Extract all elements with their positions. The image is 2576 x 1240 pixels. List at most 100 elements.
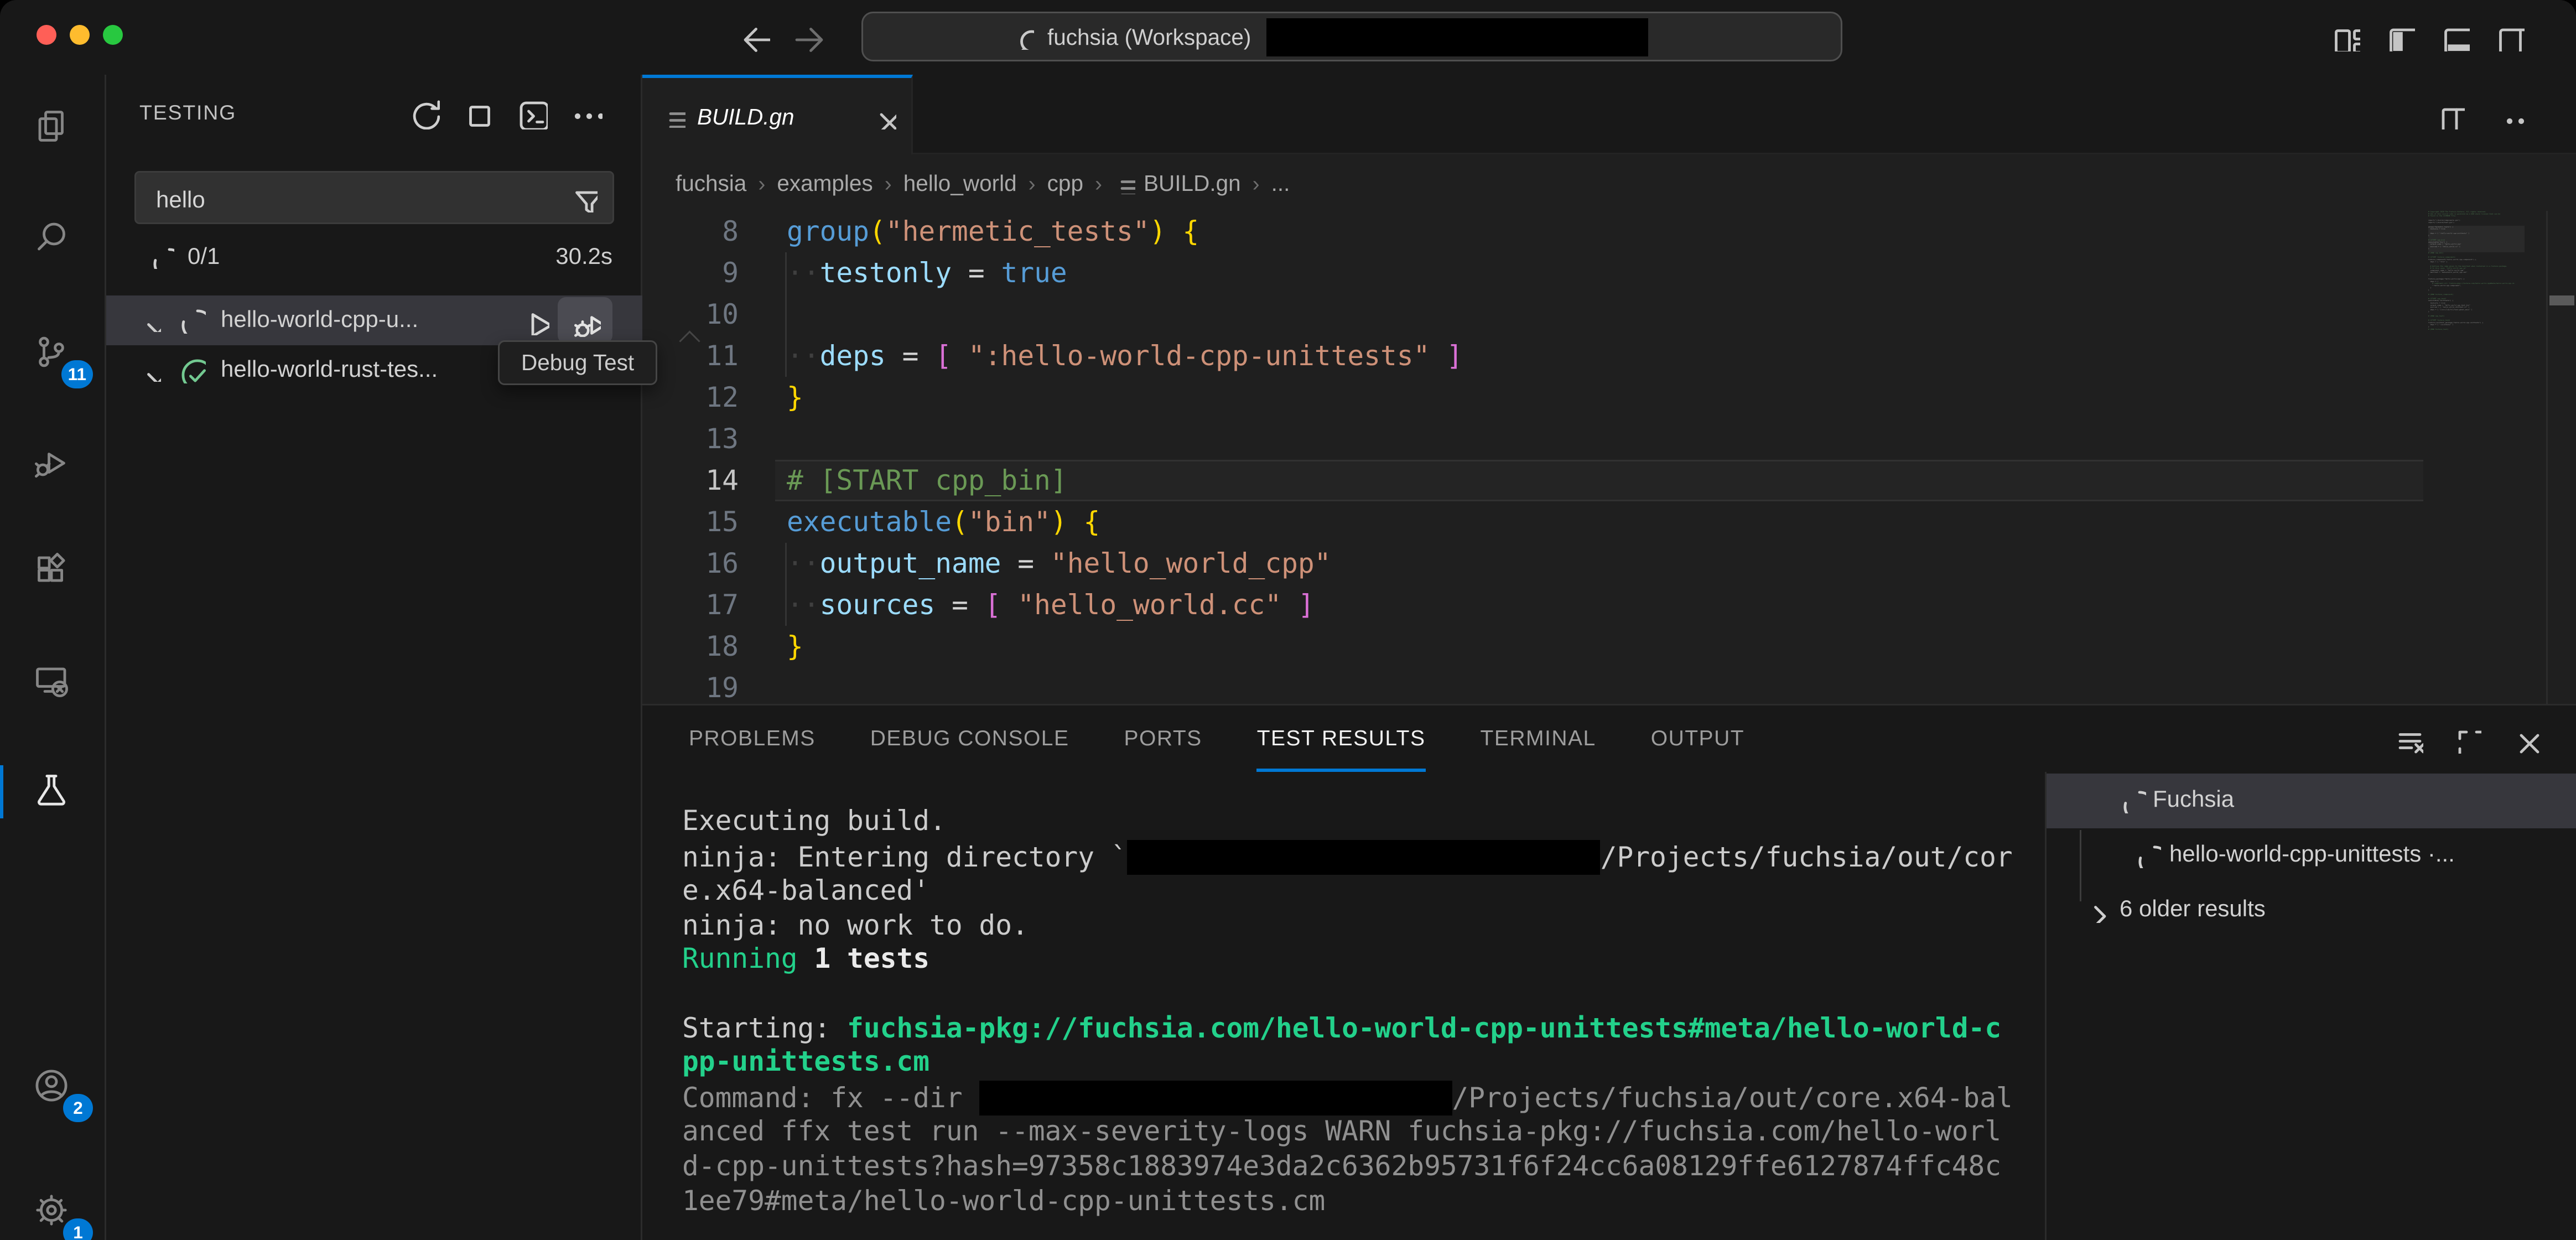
line-content: group("hermetic_tests") { <box>787 211 1199 252</box>
run-test-icon[interactable] <box>520 305 549 335</box>
line-content: # [START cpp_bin] <box>787 460 1067 501</box>
remote-explorer-icon <box>31 661 74 704</box>
panel-tab-problems[interactable]: PROBLEMS <box>689 705 816 772</box>
line-content: ··testonly = true <box>787 252 1067 294</box>
sidebar-item-run-and-debug[interactable] <box>0 425 105 505</box>
chevron-down-icon[interactable] <box>138 309 161 332</box>
split-editor-icon[interactable] <box>2437 101 2465 129</box>
test-item-cpp[interactable]: hello-world-cpp-u... <box>106 295 642 345</box>
settings-button[interactable]: 1 <box>0 1172 105 1240</box>
more-actions-icon[interactable] <box>569 96 603 129</box>
traffic-light-zoom[interactable] <box>103 25 123 45</box>
sidebar-item-search[interactable] <box>0 199 105 279</box>
sidebar-item-remote-explorer[interactable] <box>0 642 105 722</box>
sidebar-item-explorer[interactable] <box>0 88 105 168</box>
scrollbar-thumb[interactable] <box>2549 295 2574 305</box>
customize-layout-icon[interactable] <box>2330 22 2360 51</box>
close-panel-icon[interactable] <box>2510 724 2539 754</box>
bottom-panel: PROBLEMS DEBUG CONSOLE PORTS TEST RESULTS TE… <box>642 704 2576 1240</box>
test-results-output[interactable]: Executing build.ninja: Entering director… <box>682 805 2013 1218</box>
tab-label: BUILD.gn <box>697 104 794 129</box>
traffic-light-close[interactable] <box>37 25 56 45</box>
tab-bar: BUILD.gn <box>642 75 2576 154</box>
terminal-line <box>682 978 2013 1012</box>
minimap[interactable]: # Copyright 2020 The Fuchsia Authors. Al… <box>2428 211 2525 427</box>
source-control-badge: 11 <box>61 360 93 388</box>
panel-tab-ports[interactable]: PORTS <box>1124 705 1202 772</box>
panel-tab-terminal[interactable]: TERMINAL <box>1481 705 1596 772</box>
maximize-panel-icon[interactable] <box>2452 724 2481 754</box>
close-icon[interactable] <box>870 103 896 129</box>
test-result-row[interactable]: Fuchsia <box>2047 774 2576 828</box>
code-editor[interactable]: 8group("hermetic_tests") {9··testonly = … <box>642 211 2576 704</box>
code-line: 13 <box>642 418 2576 460</box>
refresh-tests-icon[interactable] <box>407 96 440 129</box>
tooltip: Debug Test <box>498 340 657 385</box>
extensions-icon <box>31 549 74 593</box>
tooltip-label: Debug Test <box>521 350 634 375</box>
line-content: ··sources = [ "hello_world.cc" ] <box>787 584 1315 626</box>
test-duration: 30.2s <box>555 242 612 269</box>
gn-file-icon <box>1114 172 1135 194</box>
test-passed-icon <box>178 355 206 383</box>
breadcrumb-item[interactable]: examples <box>777 170 872 195</box>
go-back-icon[interactable] <box>737 20 770 53</box>
filter-icon[interactable] <box>569 184 598 212</box>
testing-panel: TESTING 0/1 30.2s hello-world-cpp-u... <box>106 75 642 1240</box>
breadcrumb-item[interactable]: cpp <box>1047 170 1083 195</box>
traffic-light-minimize[interactable] <box>70 25 90 45</box>
test-result-row[interactable]: hello-world-cpp-unittests ·... <box>2047 828 2576 883</box>
sidebar-item-testing[interactable] <box>0 752 105 832</box>
toggle-panel-icon[interactable] <box>2440 22 2470 51</box>
terminal-line: Command: fx --dir /Projects/fuchsia/out/… <box>682 1080 2013 1116</box>
title-bar: fuchsia (Workspace) <box>0 0 2576 76</box>
line-content: } <box>787 626 803 667</box>
breadcrumb-item[interactable]: hello_world <box>903 170 1017 195</box>
panel-tab-debug-console[interactable]: DEBUG CONSOLE <box>870 705 1069 772</box>
command-center-label: fuchsia (Workspace) <box>1047 24 1251 49</box>
spinner-icon <box>2134 842 2161 868</box>
code-line: 15executable("bin") { <box>642 501 2576 543</box>
command-center[interactable]: fuchsia (Workspace) <box>861 12 1842 61</box>
clear-output-icon[interactable] <box>2393 724 2423 754</box>
breadcrumb-item[interactable]: BUILD.gn <box>1144 170 1241 195</box>
redacted-text <box>979 1080 1452 1115</box>
line-content: ··output_name = "hello_world_cpp" <box>787 543 1331 584</box>
breadcrumb-separator: › <box>1029 170 1036 195</box>
terminal-line: d-cpp-unittests?hash=97358c1883974e3da2c… <box>682 1150 2013 1185</box>
breadcrumb-item[interactable]: fuchsia <box>676 170 746 195</box>
toggle-secondary-sidebar-icon[interactable] <box>2495 22 2525 51</box>
line-number: 16 <box>642 543 739 584</box>
accounts-button[interactable]: 2 <box>0 1047 105 1127</box>
test-results-tree: Fuchsia hello-world-cpp-unittests ·...6 o… <box>2045 772 2576 1240</box>
breadcrumb-separator: › <box>1253 170 1260 195</box>
line-number: 18 <box>642 626 739 667</box>
line-number: 19 <box>642 667 739 704</box>
panel-tab-test-results[interactable]: TEST RESULTS <box>1257 705 1426 772</box>
panel-title: TESTING <box>139 101 236 124</box>
sidebar-item-source-control[interactable]: 11 <box>0 314 105 393</box>
more-actions-icon[interactable] <box>2501 101 2530 129</box>
line-number: 12 <box>642 377 739 418</box>
show-output-icon[interactable] <box>515 96 548 129</box>
result-label: Fuchsia <box>2153 785 2234 812</box>
tab-build-gn[interactable]: BUILD.gn <box>642 75 913 154</box>
breadcrumb-item[interactable]: ... <box>1271 170 1290 195</box>
test-filter-input[interactable] <box>153 178 556 221</box>
line-number: 9 <box>642 252 739 294</box>
test-run-progress: 0/1 30.2s <box>106 237 642 277</box>
debug-test-button[interactable] <box>558 297 612 344</box>
sidebar-item-extensions[interactable] <box>0 531 105 611</box>
toggle-sidebar-icon[interactable] <box>2385 22 2415 51</box>
code-line: 19 <box>642 667 2576 704</box>
cancel-test-run-icon[interactable] <box>460 96 493 129</box>
go-forward-icon[interactable] <box>790 20 823 53</box>
breadcrumb: fuchsia›examples›hello_world›cpp›BUILD.g… <box>642 154 2576 211</box>
test-result-row[interactable]: 6 older results <box>2047 883 2576 938</box>
chevron-down-icon[interactable] <box>138 359 161 382</box>
vscode-window: fuchsia (Workspace) 11 2 1 TESTING <box>0 0 2576 1240</box>
code-line: 11··deps = [ ":hello-world-cpp-unittests… <box>642 335 2576 377</box>
code-line: 12} <box>642 377 2576 418</box>
code-line: 14# [START cpp_bin] <box>642 460 2576 501</box>
panel-tab-output[interactable]: OUTPUT <box>1651 705 1744 772</box>
